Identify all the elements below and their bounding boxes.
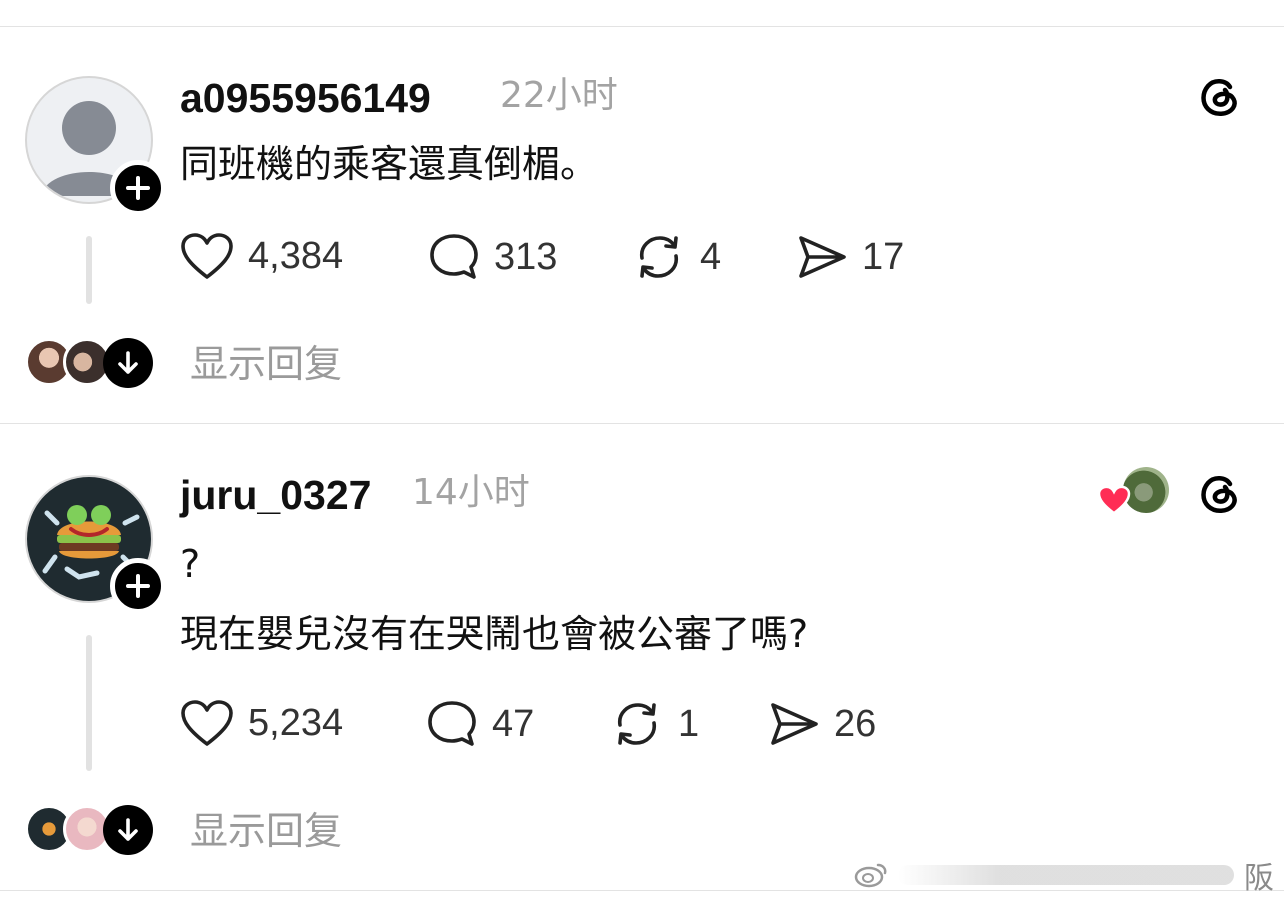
comment-icon: [430, 234, 478, 279]
like-count: 5,234: [248, 702, 344, 744]
plus-icon: [126, 574, 150, 598]
show-replies-link[interactable]: 显示回复: [190, 812, 342, 850]
comment-button[interactable]: 47: [426, 699, 534, 749]
comment-count: 47: [492, 703, 535, 745]
like-count: 4,384: [248, 235, 344, 277]
watermark-blur: [898, 865, 1234, 885]
heart-icon: [181, 700, 233, 746]
plus-icon: [126, 176, 150, 200]
follow-button[interactable]: [110, 558, 166, 614]
repost-button[interactable]: 4: [632, 232, 721, 282]
comment-count: 313: [494, 236, 558, 278]
send-icon: [799, 236, 846, 278]
share-count: 17: [862, 236, 905, 278]
repost-button[interactable]: 1: [610, 699, 699, 749]
heart-icon: [181, 233, 233, 279]
thread-line: [86, 635, 92, 771]
watermark-text: 阪: [1244, 861, 1274, 896]
arrow-down-icon: [118, 351, 138, 374]
post-time: 14小时: [412, 472, 530, 513]
follow-button[interactable]: [110, 160, 166, 216]
username[interactable]: a0955956149: [180, 78, 431, 119]
weibo-logo-icon: [854, 863, 887, 888]
thread-line: [86, 236, 92, 304]
repost-icon: [639, 236, 679, 278]
username[interactable]: juru_0327: [180, 475, 371, 516]
reply-avatars[interactable]: [25, 338, 155, 388]
send-icon: [771, 703, 818, 745]
post-2: juru_0327 14小时 ? 現在嬰兒沒有在哭鬧也會被公審了嗎? 5,234…: [0, 423, 1284, 909]
post-1: a0955956149 22小时 同班機的乘客還真倒楣。 4,384 313 4…: [0, 0, 1284, 423]
post-text-line: 現在嬰兒沒有在哭鬧也會被公審了嗎?: [180, 612, 809, 656]
reply-avatars[interactable]: [25, 805, 155, 855]
comment-button[interactable]: 313: [428, 232, 557, 282]
share-button[interactable]: 26: [768, 699, 876, 749]
share-button[interactable]: 17: [796, 232, 904, 282]
threads-logo-icon[interactable]: [1196, 469, 1244, 517]
arrow-down-icon: [118, 818, 138, 841]
threads-logo-icon[interactable]: [1196, 72, 1244, 120]
post-time: 22小时: [500, 75, 618, 116]
like-button[interactable]: 4,384: [180, 232, 343, 280]
liked-by-author-indicator: [1097, 467, 1169, 517]
post-text-line: ?: [180, 542, 201, 586]
share-count: 26: [834, 703, 877, 745]
post-text-line: 同班機的乘客還真倒楣。: [180, 142, 599, 186]
show-replies-link[interactable]: 显示回复: [190, 345, 342, 383]
heart-icon: [1097, 485, 1131, 515]
repost-icon: [617, 703, 657, 745]
repost-count: 1: [678, 703, 700, 745]
watermark: 阪: [854, 855, 1274, 896]
repost-count: 4: [700, 236, 722, 278]
like-button[interactable]: 5,234: [180, 699, 343, 747]
expand-replies-button[interactable]: [103, 338, 153, 388]
comment-icon: [428, 701, 476, 746]
expand-replies-button[interactable]: [103, 805, 153, 855]
